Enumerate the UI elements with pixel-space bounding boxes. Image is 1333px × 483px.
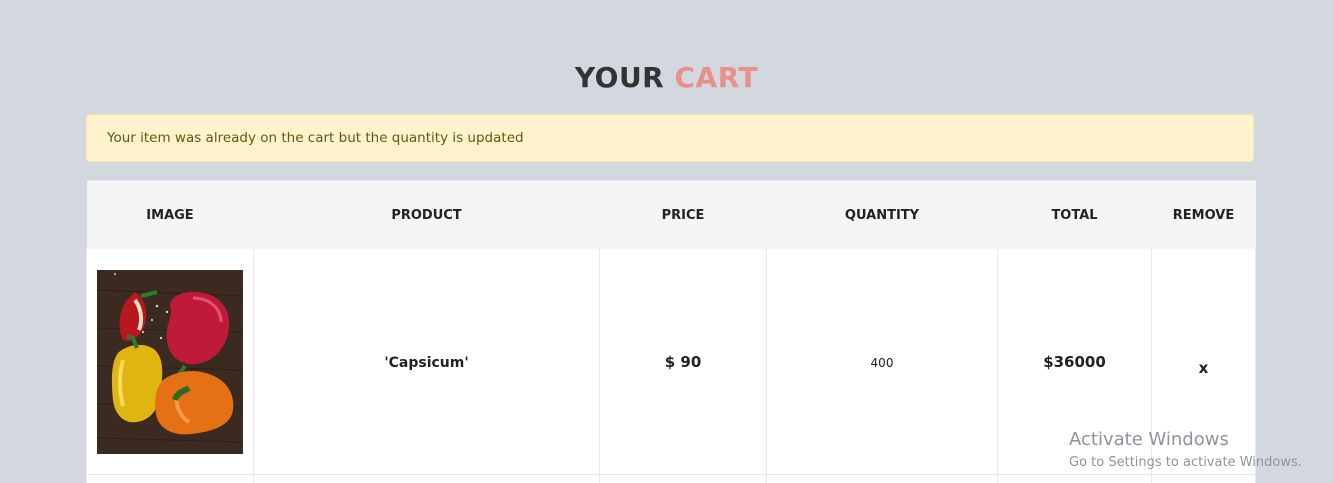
product-quantity: 400 — [870, 356, 894, 370]
cart-page: YOUR CART Your item was already on the c… — [0, 0, 1333, 483]
column-header-price: PRICE — [599, 180, 767, 249]
empty-cell — [1151, 474, 1256, 483]
table-header-row: IMAGE PRODUCT PRICE QUANTITY TOTAL REMOV… — [86, 180, 1256, 249]
page-title-word-your: YOUR — [574, 61, 665, 94]
bell-peppers-image — [97, 269, 243, 454]
page-title: YOUR CART — [0, 60, 1333, 96]
watermark-subtitle: Go to Settings to activate Windows. — [1069, 455, 1302, 470]
column-header-product: PRODUCT — [253, 180, 600, 249]
table-row-partial — [86, 474, 1256, 483]
product-price: $ 90 — [664, 353, 702, 371]
column-header-image: IMAGE — [86, 180, 254, 249]
empty-cell — [766, 474, 998, 483]
empty-cell — [997, 474, 1152, 483]
column-header-total: TOTAL — [997, 180, 1152, 249]
price-cell: $ 90 — [599, 249, 767, 475]
quantity-cell: 400 — [766, 249, 998, 475]
column-header-remove: REMOVE — [1151, 180, 1256, 249]
column-header-quantity: QUANTITY — [766, 180, 998, 249]
watermark-title: Activate Windows — [1069, 429, 1229, 450]
empty-cell — [253, 474, 600, 483]
activate-windows-watermark: Activate Windows Go to Settings to activ… — [1069, 428, 1302, 474]
empty-cell — [599, 474, 767, 483]
image-cell — [86, 249, 254, 475]
page-title-word-cart: CART — [674, 61, 759, 94]
product-cell: 'Capsicum' — [253, 249, 600, 475]
quantity-updated-alert: Your item was already on the cart but th… — [86, 114, 1254, 162]
empty-cell — [86, 474, 254, 483]
product-name: 'Capsicum' — [384, 355, 469, 371]
line-total: $36000 — [1043, 353, 1106, 371]
remove-item-button[interactable]: x — [1199, 359, 1209, 377]
